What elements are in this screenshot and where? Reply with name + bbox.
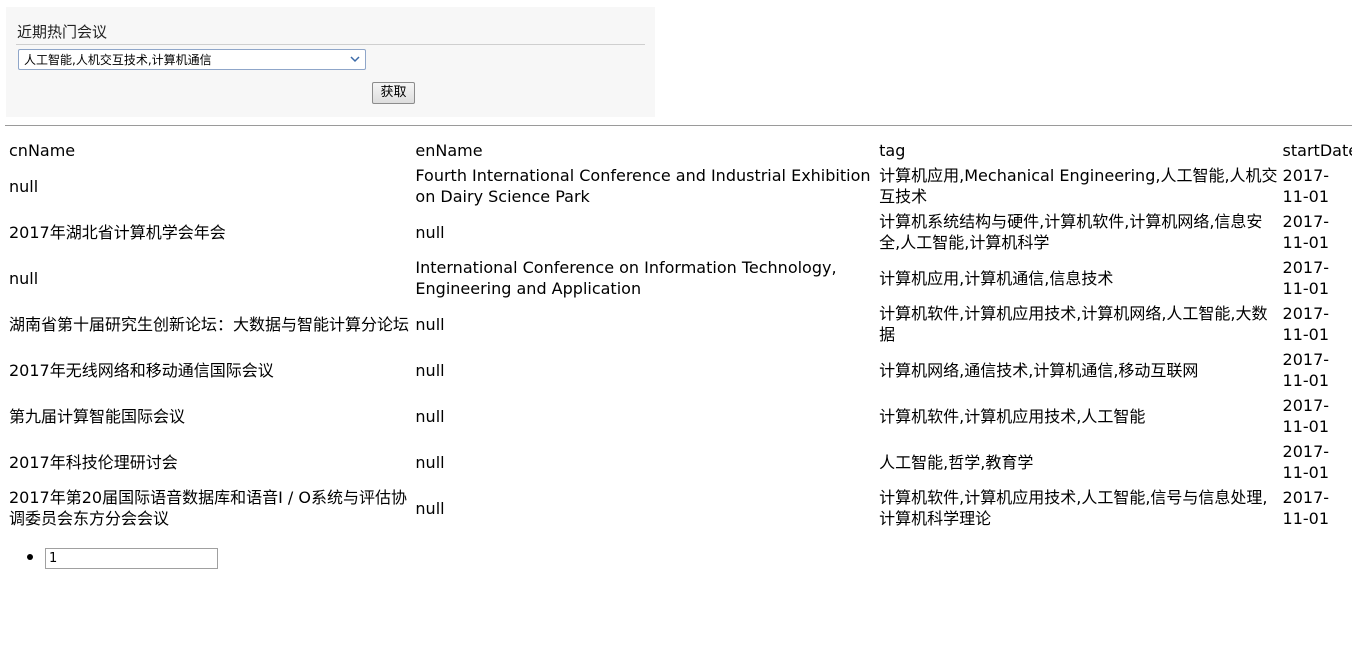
table-row: 2017年科技伦理研讨会 null 人工智能,哲学,教育学 2017-11-01 bbox=[8, 440, 1352, 484]
table-row: 2017年无线网络和移动通信国际会议 null 计算机网络,通信技术,计算机通信… bbox=[8, 348, 1352, 392]
cell-tag: 计算机软件,计算机应用技术,人工智能 bbox=[879, 406, 1146, 426]
conference-table: cnName enName tag startDate null Fourth … bbox=[6, 137, 1352, 532]
cell-startdate: 2017-11-01 bbox=[1282, 488, 1330, 528]
cell-startdate: 2017-11-01 bbox=[1282, 212, 1330, 252]
cell-tag: 计算机网络,通信技术,计算机通信,移动互联网 bbox=[879, 360, 1199, 380]
table-row: 第九届计算智能国际会议 null 计算机软件,计算机应用技术,人工智能 2017… bbox=[8, 394, 1352, 438]
cell-tag: 人工智能,哲学,教育学 bbox=[879, 452, 1034, 472]
cell-cnname: 2017年无线网络和移动通信国际会议 bbox=[9, 360, 274, 380]
cell-startdate: 2017-11-01 bbox=[1282, 442, 1330, 482]
cell-enname: International Conference on Information … bbox=[415, 258, 837, 298]
horizontal-divider bbox=[5, 125, 1352, 126]
cell-enname: null bbox=[415, 222, 445, 242]
cell-cnname: 2017年湖北省计算机学会年会 bbox=[9, 222, 226, 242]
cell-startdate: 2017-11-01 bbox=[1282, 258, 1330, 298]
header-tag: tag bbox=[879, 141, 906, 160]
panel-divider bbox=[16, 44, 645, 45]
cell-enname: null bbox=[415, 406, 445, 426]
cell-enname: null bbox=[415, 314, 445, 334]
cell-enname: null bbox=[415, 498, 445, 518]
table-row: 湖南省第十届研究生创新论坛：大数据与智能计算分论坛 null 计算机软件,计算机… bbox=[8, 302, 1352, 346]
cell-enname: Fourth International Conference and Indu… bbox=[415, 166, 871, 206]
topic-select[interactable]: 人工智能,人机交互技术,计算机通信 bbox=[18, 49, 366, 70]
cell-cnname: 2017年科技伦理研讨会 bbox=[9, 452, 178, 472]
list-bullet-icon bbox=[27, 554, 33, 560]
cell-cnname: 第九届计算智能国际会议 bbox=[9, 406, 186, 426]
cell-startdate: 2017-11-01 bbox=[1282, 166, 1330, 206]
chevron-down-icon bbox=[350, 56, 360, 63]
page-number-input[interactable] bbox=[45, 548, 218, 569]
header-startdate: startDate bbox=[1282, 141, 1352, 160]
cell-tag: 计算机软件,计算机应用技术,计算机网络,人工智能,大数据 bbox=[879, 304, 1268, 344]
cell-enname: null bbox=[415, 452, 445, 472]
cell-tag: 计算机系统结构与硬件,计算机软件,计算机网络,信息安全,人工智能,计算机科学 bbox=[879, 212, 1263, 252]
cell-cnname: null bbox=[9, 176, 39, 196]
cell-startdate: 2017-11-01 bbox=[1282, 304, 1330, 344]
cell-cnname: null bbox=[9, 268, 39, 288]
cell-tag: 计算机软件,计算机应用技术,人工智能,信号与信息处理,计算机科学理论 bbox=[879, 488, 1268, 528]
table-row: null International Conference on Informa… bbox=[8, 256, 1352, 300]
table-row: null Fourth International Conference and… bbox=[8, 164, 1352, 208]
fetch-button[interactable]: 获取 bbox=[372, 82, 415, 104]
table-row: 2017年湖北省计算机学会年会 null 计算机系统结构与硬件,计算机软件,计算… bbox=[8, 210, 1352, 254]
table-row: 2017年第20届国际语音数据库和语音I / O系统与评估协调委员会东方分会会议… bbox=[8, 486, 1352, 530]
cell-startdate: 2017-11-01 bbox=[1282, 396, 1330, 436]
cell-tag: 计算机应用,计算机通信,信息技术 bbox=[879, 268, 1114, 288]
panel-title: 近期热门会议 bbox=[17, 23, 108, 41]
cell-cnname: 湖南省第十届研究生创新论坛：大数据与智能计算分论坛 bbox=[9, 314, 410, 334]
table-header-row: cnName enName tag startDate bbox=[8, 139, 1352, 162]
cell-enname: null bbox=[415, 360, 445, 380]
header-cnname: cnName bbox=[9, 141, 76, 160]
cell-tag: 计算机应用,Mechanical Engineering,人工智能,人机交互技术 bbox=[879, 166, 1278, 206]
topic-select-value: 人工智能,人机交互技术,计算机通信 bbox=[24, 53, 212, 67]
cell-cnname: 2017年第20届国际语音数据库和语音I / O系统与评估协调委员会东方分会会议 bbox=[9, 488, 407, 528]
cell-startdate: 2017-11-01 bbox=[1282, 350, 1330, 390]
header-enname: enName bbox=[415, 141, 483, 160]
hot-conferences-panel: 近期热门会议 人工智能,人机交互技术,计算机通信 获取 bbox=[6, 7, 655, 117]
